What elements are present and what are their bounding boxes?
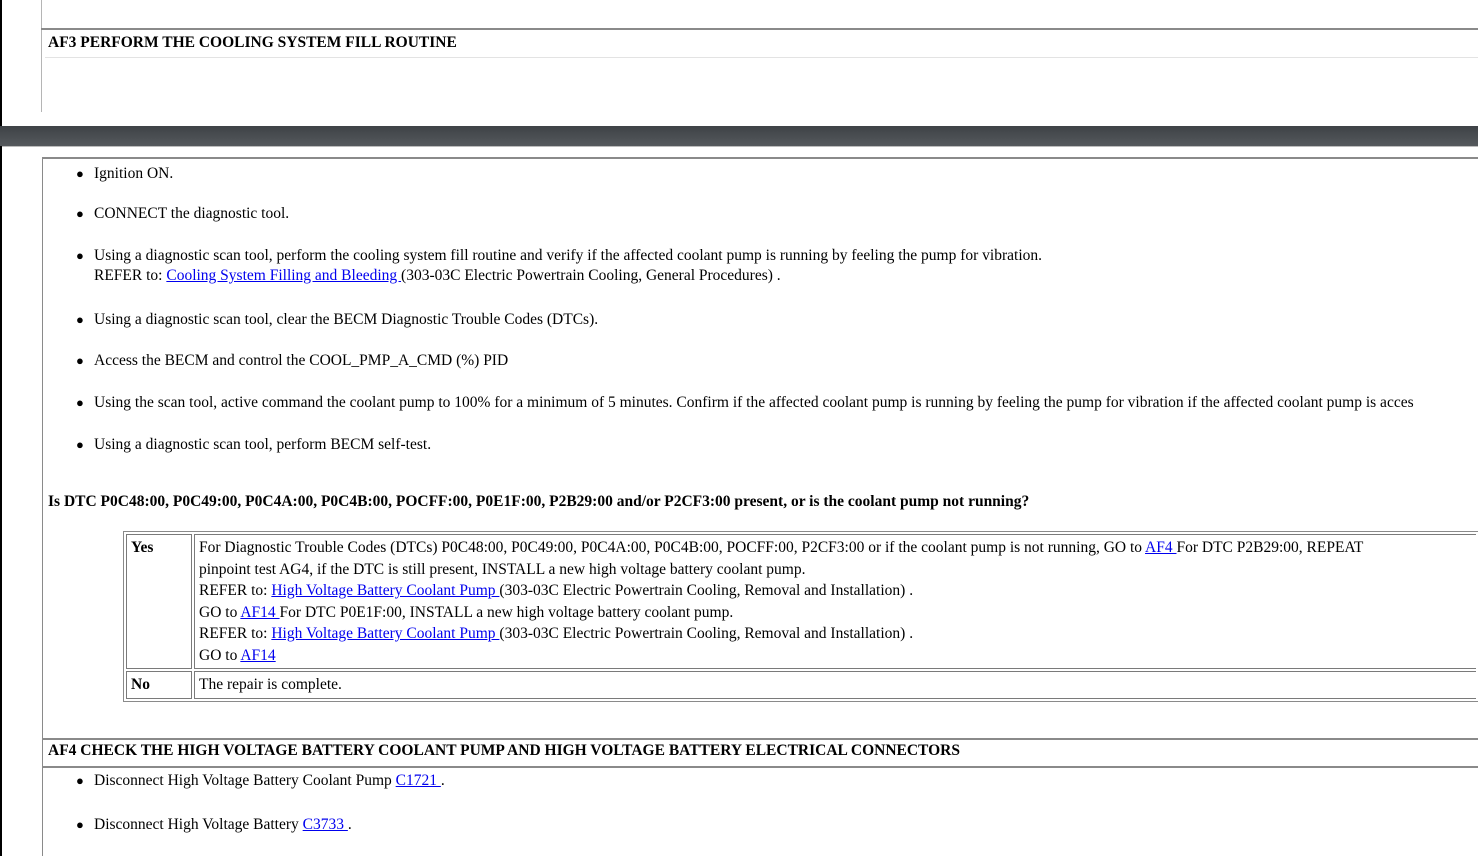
yes-action: For Diagnostic Trouble Codes (DTCs) P0C4… — [194, 534, 1476, 669]
cooling-fill-bleed-link[interactable]: Cooling System Filling and Bleeding — [166, 267, 401, 284]
refer-suffix: (303-03C Electric Powertrain Cooling, Ge… — [401, 267, 781, 284]
bullet-icon: ● — [76, 248, 84, 263]
divider — [0, 146, 1478, 147]
bullet-icon: ● — [76, 817, 84, 832]
yes-label: Yes — [126, 534, 192, 669]
bullet-icon: ● — [76, 166, 84, 181]
step-text: Using a diagnostic scan tool, perform th… — [94, 247, 1042, 264]
bullet-icon: ● — [76, 395, 84, 410]
no-action: The repair is complete. — [194, 671, 1476, 699]
content-box-border — [42, 157, 43, 856]
list-item: ● Ignition ON. — [76, 164, 173, 184]
divider — [41, 28, 1478, 30]
divider — [42, 738, 1478, 740]
af4-title: AF4 CHECK THE HIGH VOLTAGE BATTERY COOLA… — [48, 742, 960, 759]
af3-header-section — [0, 0, 1478, 126]
af3-title: AF3 PERFORM THE COOLING SYSTEM FILL ROUT… — [48, 34, 457, 51]
list-item: ● Using the scan tool, active command the… — [76, 393, 1414, 413]
bullet-icon: ● — [76, 312, 84, 327]
divider — [45, 57, 1478, 58]
decision-question: Is DTC P0C48:00, P0C49:00, P0C4A:00, P0C… — [48, 493, 1030, 510]
left-border — [0, 0, 2, 126]
list-item: ● Using a diagnostic scan tool, perform B… — [76, 435, 431, 455]
list-item: ● Using a diagnostic scan tool, clear the… — [76, 310, 598, 330]
step-text: Using the scan tool, active command the … — [94, 394, 1414, 411]
bullet-icon: ● — [76, 437, 84, 452]
table-row: No The repair is complete. — [126, 671, 1476, 699]
step-text: Using a diagnostic scan tool, perform BE… — [94, 436, 432, 453]
content-box-border — [42, 157, 1478, 159]
coolant-pump-link[interactable]: High Voltage Battery Coolant Pump — [271, 625, 499, 642]
refer-prefix: REFER to: — [94, 267, 167, 284]
list-item: ● Using a diagnostic scan tool, perform … — [76, 246, 1042, 286]
divider — [41, 0, 42, 112]
step-text: Access the BECM and control the COOL_PMP… — [94, 352, 509, 369]
step-text: Using a diagnostic scan tool, clear the … — [94, 311, 599, 328]
divider — [42, 766, 1478, 768]
left-border — [0, 146, 2, 856]
list-item: ● CONNECT the diagnostic tool. — [76, 204, 289, 224]
step-text: Ignition ON. — [94, 165, 174, 182]
step-text: CONNECT the diagnostic tool. — [94, 205, 290, 222]
connector-c1721-link[interactable]: C1721 — [396, 772, 441, 789]
table-row: Yes For Diagnostic Trouble Codes (DTCs) … — [126, 534, 1476, 669]
page-break-band — [0, 126, 1478, 146]
af14-link[interactable]: AF14 — [240, 604, 279, 621]
connector-c3733-link[interactable]: C3733 — [303, 816, 348, 833]
bullet-icon: ● — [76, 206, 84, 221]
bullet-icon: ● — [76, 773, 84, 788]
list-item: ● Disconnect High Voltage Battery Coolan… — [76, 772, 445, 789]
bullet-icon: ● — [76, 353, 84, 368]
af4-link[interactable]: AF4 — [1145, 539, 1176, 556]
no-label: No — [126, 671, 192, 699]
list-item: ● Access the BECM and control the COOL_PM… — [76, 351, 508, 371]
decision-table: Yes For Diagnostic Trouble Codes (DTCs) … — [123, 531, 1478, 702]
af14-link[interactable]: AF14 — [240, 647, 275, 664]
coolant-pump-link[interactable]: High Voltage Battery Coolant Pump — [271, 582, 499, 599]
list-item: ● Disconnect High Voltage Battery C3733 … — [76, 816, 352, 833]
